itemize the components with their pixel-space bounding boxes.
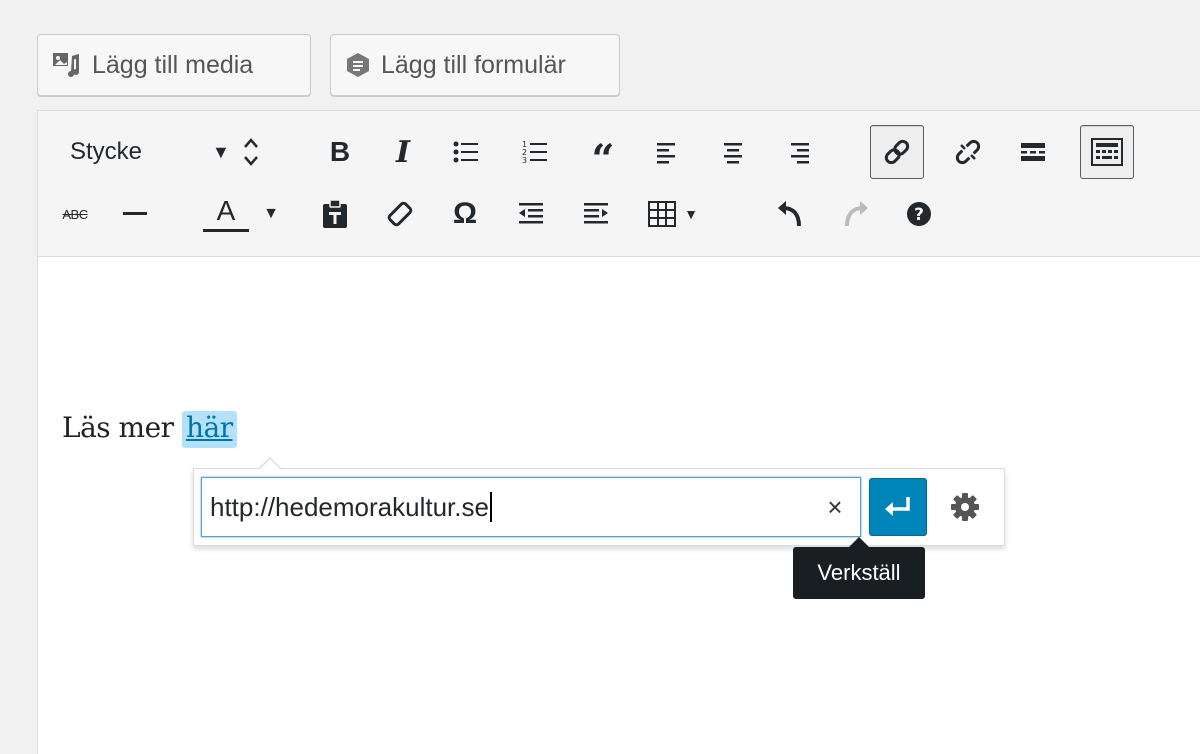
horizontal-line-icon: [123, 212, 147, 215]
link-dialog: http://hedemorakultur.se ×: [193, 457, 1005, 546]
undo-icon: [778, 201, 801, 227]
strikethrough-button[interactable]: ABC: [50, 189, 100, 239]
help-button[interactable]: ?: [894, 189, 944, 239]
caret-down-icon: ▼: [263, 205, 279, 222]
table-button[interactable]: ▼: [638, 189, 708, 239]
editor-toolbar: Stycke ▼ B I 1 2 3 “ ABC A ▼ Ω ▼ ?: [38, 111, 1200, 257]
format-select[interactable]: Stycke ▼: [52, 127, 302, 177]
numbered-list-icon: 1 2 3: [522, 140, 547, 165]
indent-button[interactable]: [571, 189, 621, 239]
svg-text:3: 3: [522, 156, 527, 165]
italic-icon: I: [395, 134, 411, 170]
link-settings-button[interactable]: [936, 478, 994, 536]
blockquote-button[interactable]: “: [578, 127, 628, 183]
content-text: Läs mer: [62, 411, 182, 444]
strikethrough-icon: ABC: [62, 206, 88, 222]
toolbar-row-2: ABC A ▼ Ω ▼ ?: [38, 189, 1200, 249]
apply-link-button[interactable]: [869, 478, 927, 536]
indent-icon: [584, 203, 608, 224]
format-select-value: Stycke: [70, 138, 143, 165]
link-icon: [884, 139, 910, 165]
bold-icon: B: [329, 136, 351, 167]
insert-link-button[interactable]: [870, 125, 924, 179]
horizontal-line-button[interactable]: [110, 189, 160, 239]
add-form-button[interactable]: Lägg till formulär: [330, 34, 620, 96]
read-more-icon: [1021, 143, 1045, 161]
apply-tooltip-text: Verkställ: [817, 560, 901, 585]
align-right-button[interactable]: [773, 127, 823, 177]
help-icon: ?: [907, 202, 931, 226]
clear-url-button[interactable]: ×: [820, 492, 850, 523]
read-more-button[interactable]: [1008, 127, 1058, 177]
align-center-button[interactable]: [708, 127, 758, 177]
media-icon: [52, 52, 82, 78]
bullet-list-button[interactable]: [441, 127, 491, 177]
paste-as-text-button[interactable]: [310, 189, 360, 239]
eraser-icon: [387, 201, 413, 227]
add-media-button[interactable]: Lägg till media: [37, 34, 311, 96]
text-color-icon: A: [203, 194, 249, 232]
apply-tooltip: Verkställ: [793, 537, 925, 599]
special-character-icon: Ω: [452, 197, 478, 230]
outdent-button[interactable]: [506, 189, 556, 239]
content-link[interactable]: här: [181, 411, 237, 448]
blockquote-icon: “: [591, 136, 615, 183]
editor: Stycke ▼ B I 1 2 3 “ ABC A ▼ Ω ▼ ? Läs m…: [37, 110, 1200, 754]
clear-formatting-button[interactable]: [375, 189, 425, 239]
url-input[interactable]: http://hedemorakultur.se ×: [201, 477, 861, 537]
special-character-button[interactable]: Ω: [440, 189, 490, 239]
redo-icon: [845, 201, 868, 227]
editor-content[interactable]: Läs mer här: [62, 411, 237, 448]
paste-as-text-icon: [323, 199, 347, 228]
up-down-arrows-icon: [242, 135, 260, 169]
outdent-icon: [519, 203, 543, 224]
toolbar-row-1: Stycke ▼ B I 1 2 3 “: [38, 123, 1200, 183]
bold-button[interactable]: B: [315, 127, 365, 177]
undo-button[interactable]: [766, 189, 816, 239]
text-color-dropdown[interactable]: ▼: [256, 189, 286, 239]
enter-icon: [885, 497, 910, 516]
form-icon: [345, 52, 371, 78]
align-left-icon: [657, 143, 675, 164]
align-left-button[interactable]: [643, 127, 693, 177]
align-center-icon: [724, 143, 742, 164]
italic-button[interactable]: I: [378, 127, 428, 177]
url-value: http://hedemorakultur.se: [210, 491, 489, 522]
keyboard-icon: [1091, 138, 1123, 166]
toolbar-toggle-button[interactable]: [1080, 125, 1134, 179]
caret-down-icon: ▼: [212, 141, 230, 162]
add-form-label: Lägg till formulär: [381, 50, 566, 79]
add-media-label: Lägg till media: [92, 50, 254, 79]
align-right-icon: [791, 143, 809, 164]
table-icon: [648, 201, 677, 227]
unlink-icon: [955, 139, 981, 165]
unlink-button[interactable]: [943, 127, 993, 177]
text-cursor: [489, 492, 492, 522]
bullet-list-icon: [453, 141, 478, 163]
caret-down-icon: ▼: [684, 206, 698, 222]
svg-text:?: ?: [914, 205, 924, 225]
text-color-letter: A: [216, 194, 236, 226]
numbered-list-button[interactable]: 1 2 3: [510, 127, 560, 177]
gear-icon: [951, 493, 979, 521]
text-color-button[interactable]: A: [196, 189, 256, 239]
redo-button[interactable]: [830, 189, 880, 239]
